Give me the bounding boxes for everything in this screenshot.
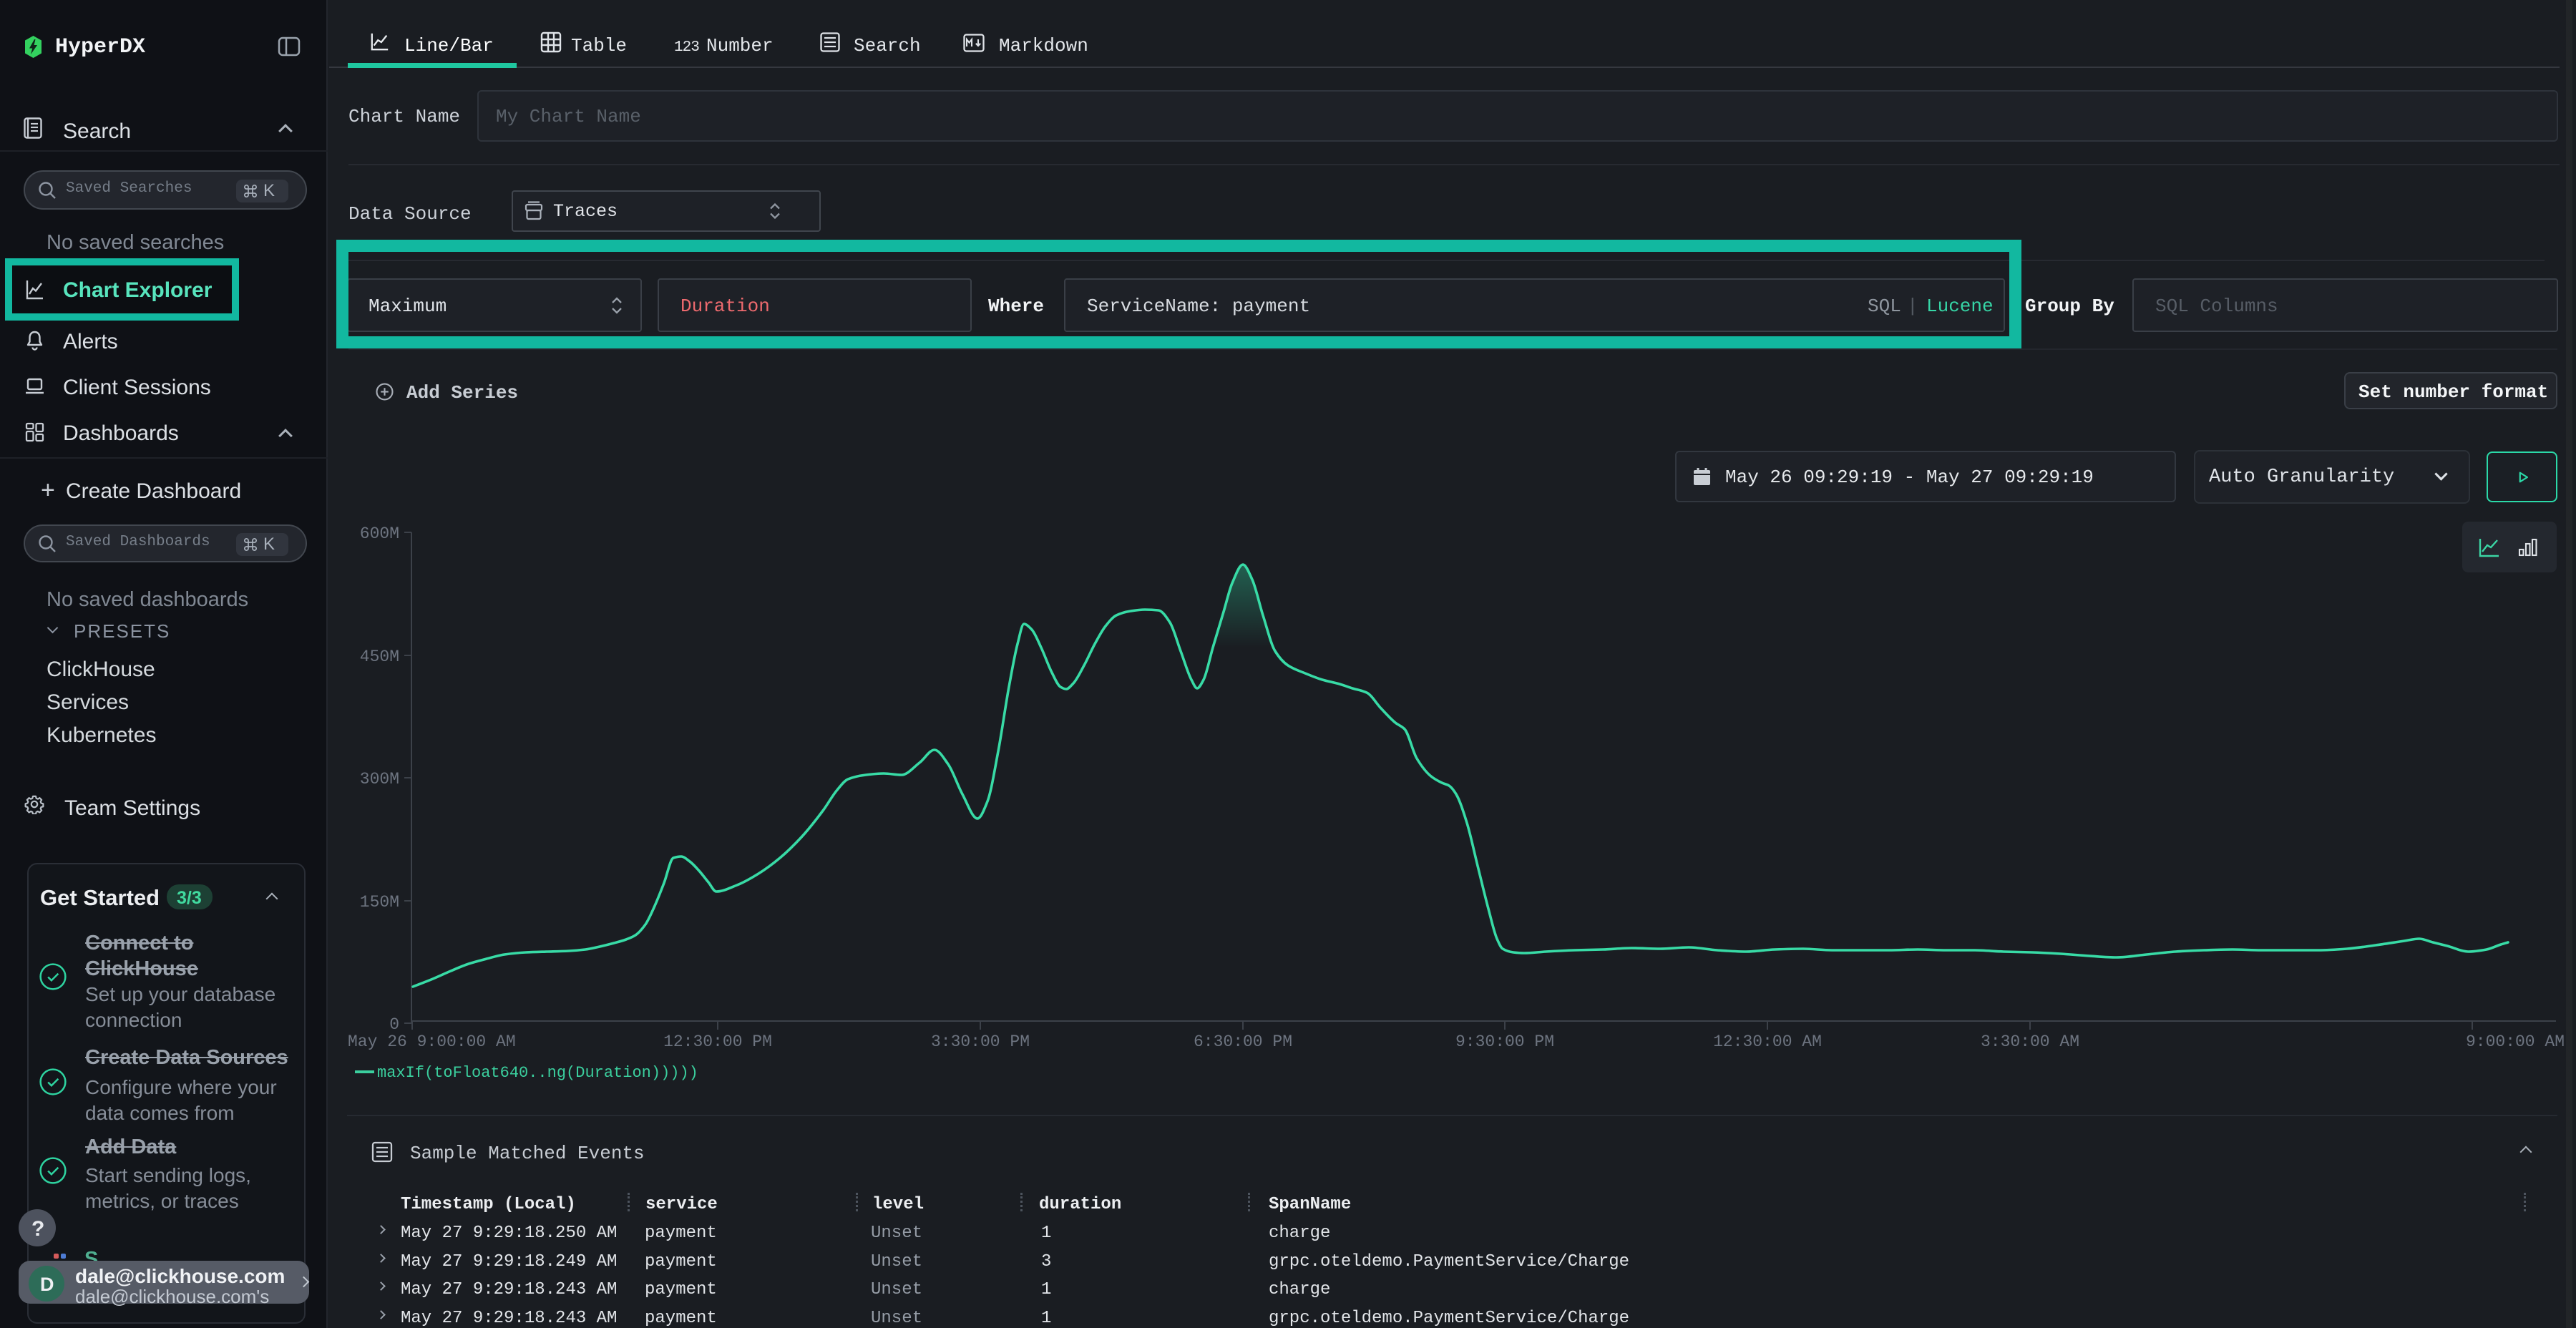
svg-text:9:00:00 AM: 9:00:00 AM <box>2466 1032 2565 1051</box>
svg-text:9:30:00 PM: 9:30:00 PM <box>1455 1032 1554 1051</box>
svg-text:12:30:00 PM: 12:30:00 PM <box>663 1032 772 1051</box>
svg-text:150M: 150M <box>360 893 399 912</box>
svg-text:May 26 9:00:00 AM: May 26 9:00:00 AM <box>348 1032 516 1051</box>
svg-text:3:30:00 PM: 3:30:00 PM <box>931 1032 1030 1051</box>
svg-text:6:30:00 PM: 6:30:00 PM <box>1194 1032 1292 1051</box>
svg-text:0: 0 <box>389 1015 399 1034</box>
svg-text:3:30:00 AM: 3:30:00 AM <box>1981 1032 2079 1051</box>
svg-text:12:30:00 AM: 12:30:00 AM <box>1713 1032 1822 1051</box>
svg-text:450M: 450M <box>360 648 399 666</box>
svg-text:300M: 300M <box>360 770 399 788</box>
svg-text:600M: 600M <box>360 524 399 543</box>
